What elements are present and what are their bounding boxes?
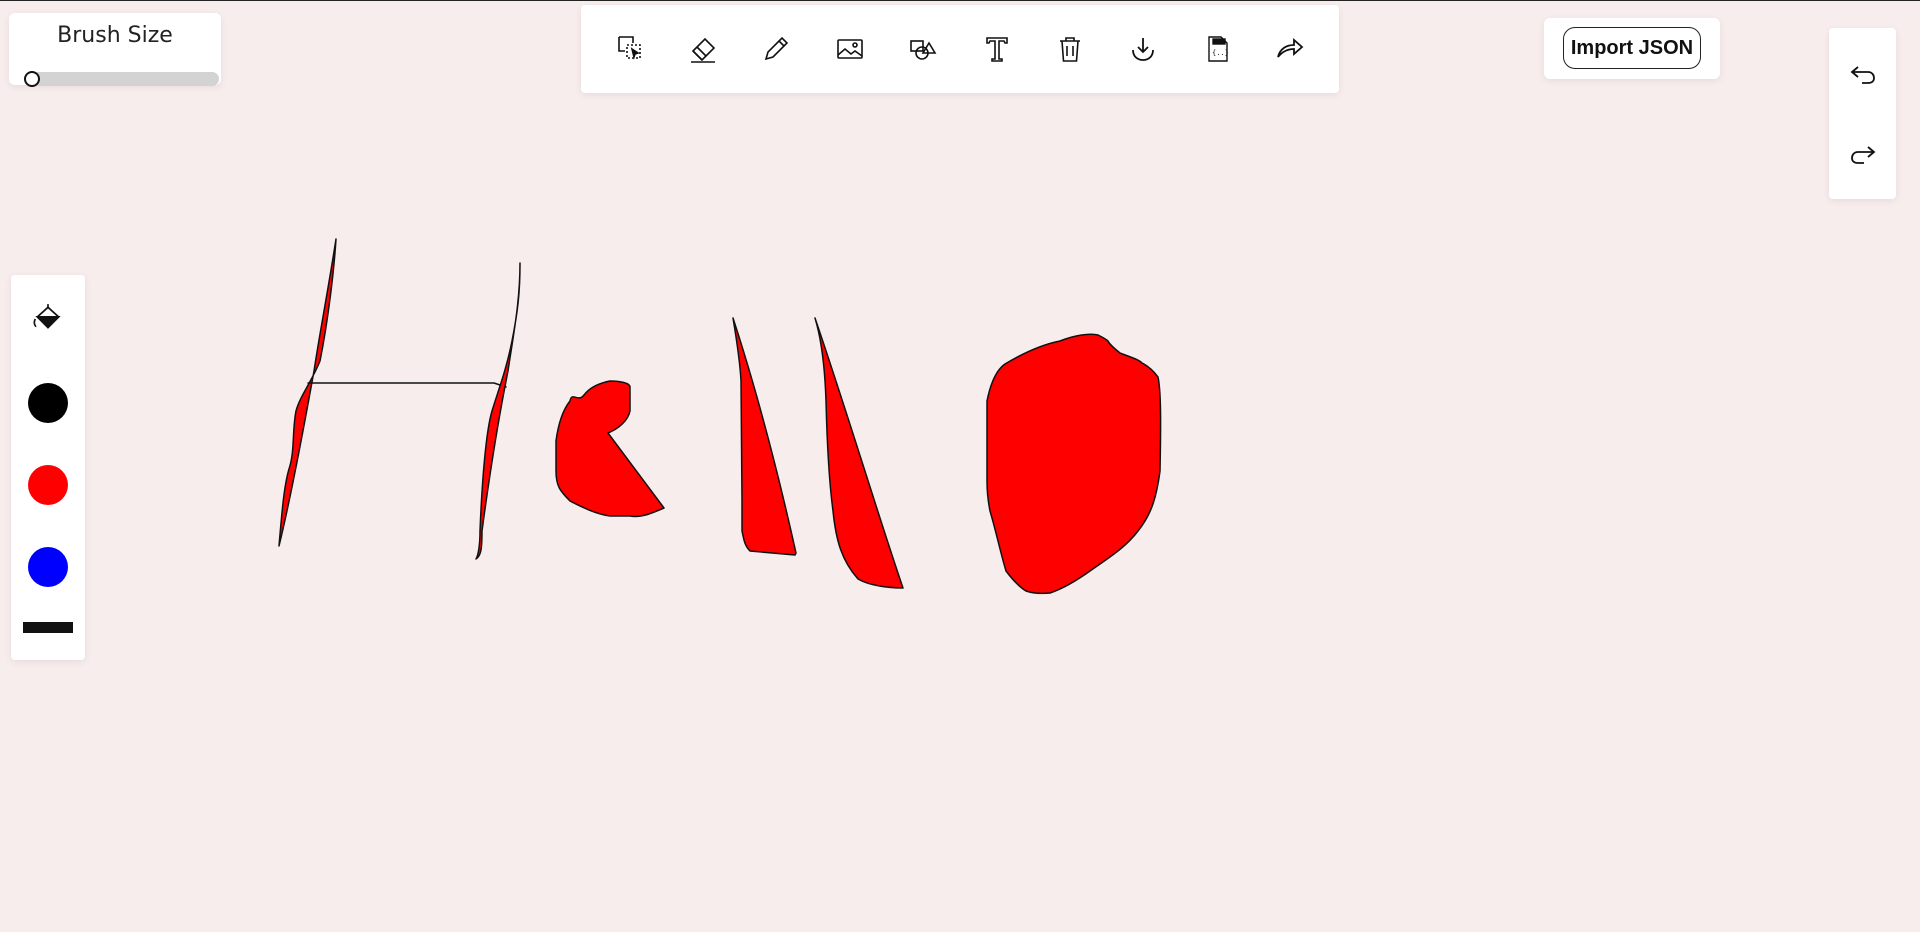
delete-tool[interactable] — [1048, 27, 1092, 71]
color-swatch-black[interactable] — [11, 373, 85, 433]
pencil-tool[interactable] — [754, 27, 798, 71]
drawn-stroke-l1 — [732, 317, 797, 556]
fill-tool[interactable] — [11, 295, 85, 343]
swatch-circle — [28, 547, 68, 587]
color-swatch-blue[interactable] — [11, 537, 85, 597]
import-json-panel: Import JSON — [1544, 18, 1720, 79]
swatch-circle — [28, 383, 68, 423]
drawn-stroke-h-right — [475, 262, 521, 560]
brush-size-slider[interactable] — [24, 71, 219, 87]
image-icon — [837, 39, 863, 59]
color-swatch-red[interactable] — [11, 455, 85, 515]
select-icon — [617, 36, 641, 60]
eraser-icon — [691, 37, 716, 63]
drawn-stroke-o — [986, 333, 1162, 595]
drawn-stroke-e — [555, 380, 665, 518]
brush-size-title: Brush Size — [57, 23, 173, 48]
image-tool[interactable] — [828, 27, 872, 71]
undo-icon — [1850, 66, 1875, 84]
pencil-icon — [765, 36, 789, 61]
drawing-canvas[interactable] — [0, 1, 1920, 932]
import-json-button[interactable]: Import JSON — [1563, 27, 1701, 69]
redo-button[interactable] — [1829, 132, 1896, 176]
paint-bucket-icon — [33, 304, 61, 329]
drawn-stroke-h-bar — [307, 382, 507, 388]
text-tool[interactable] — [975, 27, 1019, 71]
drawn-stroke-l2 — [814, 317, 904, 589]
history-panel — [1829, 28, 1896, 199]
share-icon — [1277, 38, 1304, 58]
download-tool[interactable] — [1121, 27, 1165, 71]
shapes-icon — [910, 40, 937, 60]
undo-button[interactable] — [1829, 52, 1896, 96]
color-palette — [11, 275, 85, 660]
brush-size-panel: Brush Size — [9, 13, 221, 87]
shapes-tool[interactable] — [901, 27, 945, 71]
stroke-line-icon — [23, 621, 73, 633]
eraser-tool[interactable] — [681, 27, 725, 71]
select-tool[interactable] — [608, 27, 652, 71]
download-icon — [1132, 38, 1155, 61]
trash-icon — [1060, 37, 1081, 62]
svg-text:{..}: {..} — [1212, 49, 1229, 57]
brush-size-slider-thumb[interactable] — [24, 71, 40, 87]
text-icon — [985, 37, 1008, 62]
export-json-tool[interactable]: {..} — [1195, 27, 1239, 71]
drawn-stroke-h-left — [278, 238, 337, 547]
top-toolbar: {..} — [581, 5, 1339, 93]
stroke-width-option[interactable] — [11, 609, 85, 645]
share-tool[interactable] — [1268, 27, 1312, 71]
json-file-icon: {..} — [1208, 36, 1229, 62]
swatch-circle — [28, 465, 68, 505]
redo-icon — [1850, 146, 1875, 164]
